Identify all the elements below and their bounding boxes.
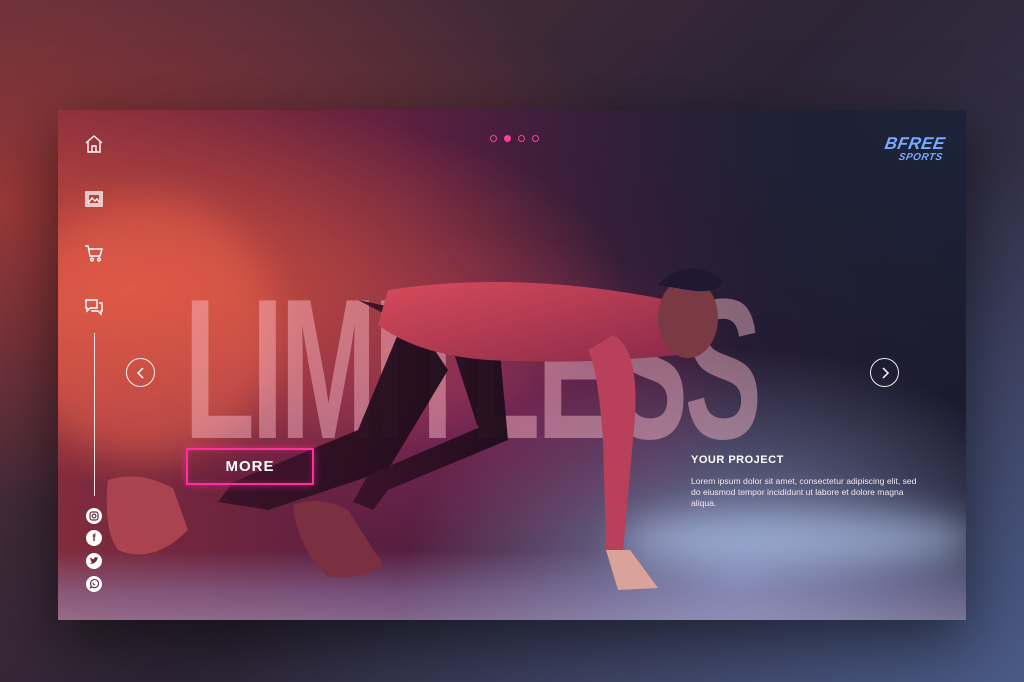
floor [58,550,966,620]
cart-icon[interactable] [84,243,104,263]
whatsapp-icon[interactable] [86,576,102,592]
headline: LIMITLESS [184,258,762,481]
gallery-icon[interactable] [84,189,104,209]
prev-arrow-button[interactable] [126,358,155,387]
home-icon[interactable] [84,134,104,154]
logo-line2: SPORTS [897,152,944,163]
brand-logo[interactable]: BFREE SPORTS [872,134,947,163]
pagination-dot[interactable] [490,135,497,142]
logo-line1: BFREE [883,134,947,153]
pagination-dot[interactable] [518,135,525,142]
chat-icon[interactable] [84,297,104,317]
chevron-right-icon [881,366,889,379]
hero-banner: LIMITLESS BFREE SPORTS f MORE YOUR PROJE… [58,110,966,620]
sidebar-divider [94,333,95,496]
pagination-dot[interactable] [532,135,539,142]
pagination-dot-active[interactable] [504,135,511,142]
twitter-icon[interactable] [86,553,102,569]
project-title: YOUR PROJECT [691,454,784,466]
facebook-icon[interactable]: f [86,530,102,546]
next-arrow-button[interactable] [870,358,899,387]
instagram-icon[interactable] [86,508,102,524]
chevron-left-icon [136,366,144,379]
project-description: Lorem ipsum dolor sit amet, consectetur … [691,476,917,508]
more-button[interactable]: MORE [186,448,314,485]
pagination-dots [490,135,539,142]
